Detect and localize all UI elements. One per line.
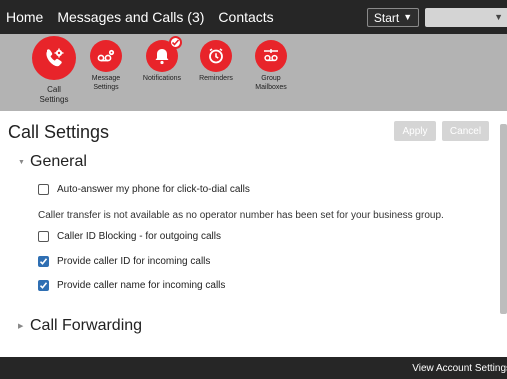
section-general-header[interactable]: ▼ General [18, 153, 87, 171]
toolbar-label: Notifications [142, 75, 182, 82]
chevron-down-icon: ▼ [18, 158, 25, 166]
toolbar-group-mailboxes[interactable]: Group Mailboxes [249, 36, 293, 92]
footer-bar: View Account Settings [0, 357, 507, 379]
toolbar-message-settings[interactable]: Message Settings [86, 36, 126, 92]
caller-id-blocking-option[interactable]: Caller ID Blocking - for outgoing calls [38, 231, 221, 242]
caller-id-blocking-checkbox[interactable] [38, 231, 49, 242]
provide-caller-name-checkbox[interactable] [38, 280, 49, 291]
chevron-right-icon: ▶ [18, 323, 24, 330]
group-mailbox-icon [255, 40, 287, 72]
check-badge-icon [169, 36, 182, 49]
provide-caller-name-label: Provide caller name for incoming calls [57, 280, 226, 291]
account-selector[interactable]: ▼ [425, 8, 507, 27]
voicemail-gear-icon [90, 40, 122, 72]
nav-contacts[interactable]: Contacts [212, 9, 281, 25]
checkmark-icon [39, 258, 48, 265]
page-title: Call Settings [8, 122, 110, 142]
auto-answer-checkbox[interactable] [38, 184, 49, 195]
settings-toolbar: Call Settings Message Settings Notificat… [0, 34, 507, 111]
provide-caller-id-checkbox[interactable] [38, 256, 49, 267]
start-dropdown-button[interactable]: Start ▼ [367, 8, 419, 27]
toolbar-label: Call Settings [39, 85, 69, 104]
provide-caller-id-option[interactable]: Provide caller ID for incoming calls [38, 256, 210, 267]
bell-icon [146, 36, 182, 72]
toolbar-label: Message Settings [91, 75, 121, 91]
section-call-forwarding-header[interactable]: ▶ Call Forwarding [18, 317, 142, 335]
section-general-title: General [30, 153, 87, 170]
main-content: Call Settings Apply Cancel ▼ General Aut… [0, 111, 507, 357]
toolbar-label: Reminders [199, 75, 233, 82]
clock-icon [200, 40, 232, 72]
auto-answer-option[interactable]: Auto-answer my phone for click-to-dial c… [38, 184, 250, 195]
provide-caller-name-option[interactable]: Provide caller name for incoming calls [38, 280, 225, 291]
apply-button[interactable]: Apply [394, 121, 436, 141]
caller-transfer-note: Caller transfer is not available as no o… [38, 210, 444, 221]
toolbar-notifications[interactable]: Notifications [136, 36, 188, 83]
chevron-down-icon: ▼ [494, 12, 503, 22]
toolbar-label: Group Mailboxes [255, 75, 287, 91]
start-label: Start [373, 10, 400, 25]
scrollbar[interactable] [500, 124, 507, 314]
section-call-forwarding-title: Call Forwarding [30, 317, 143, 334]
phone-gear-icon [32, 36, 76, 80]
top-nav-bar: Home Messages and Calls (3) Contacts Sta… [0, 0, 507, 34]
toolbar-reminders[interactable]: Reminders [195, 36, 237, 83]
view-account-settings-link[interactable]: View Account Settings [412, 363, 507, 374]
caller-id-blocking-label: Caller ID Blocking - for outgoing calls [57, 231, 221, 242]
chevron-down-icon: ▼ [403, 12, 413, 22]
nav-messages-and-calls[interactable]: Messages and Calls (3) [51, 9, 212, 25]
toolbar-call-settings[interactable]: Call Settings [27, 36, 81, 111]
auto-answer-label: Auto-answer my phone for click-to-dial c… [57, 184, 250, 195]
checkmark-icon [39, 282, 48, 289]
provide-caller-id-label: Provide caller ID for incoming calls [57, 256, 211, 267]
nav-home[interactable]: Home [0, 9, 51, 25]
cancel-button[interactable]: Cancel [442, 121, 489, 141]
